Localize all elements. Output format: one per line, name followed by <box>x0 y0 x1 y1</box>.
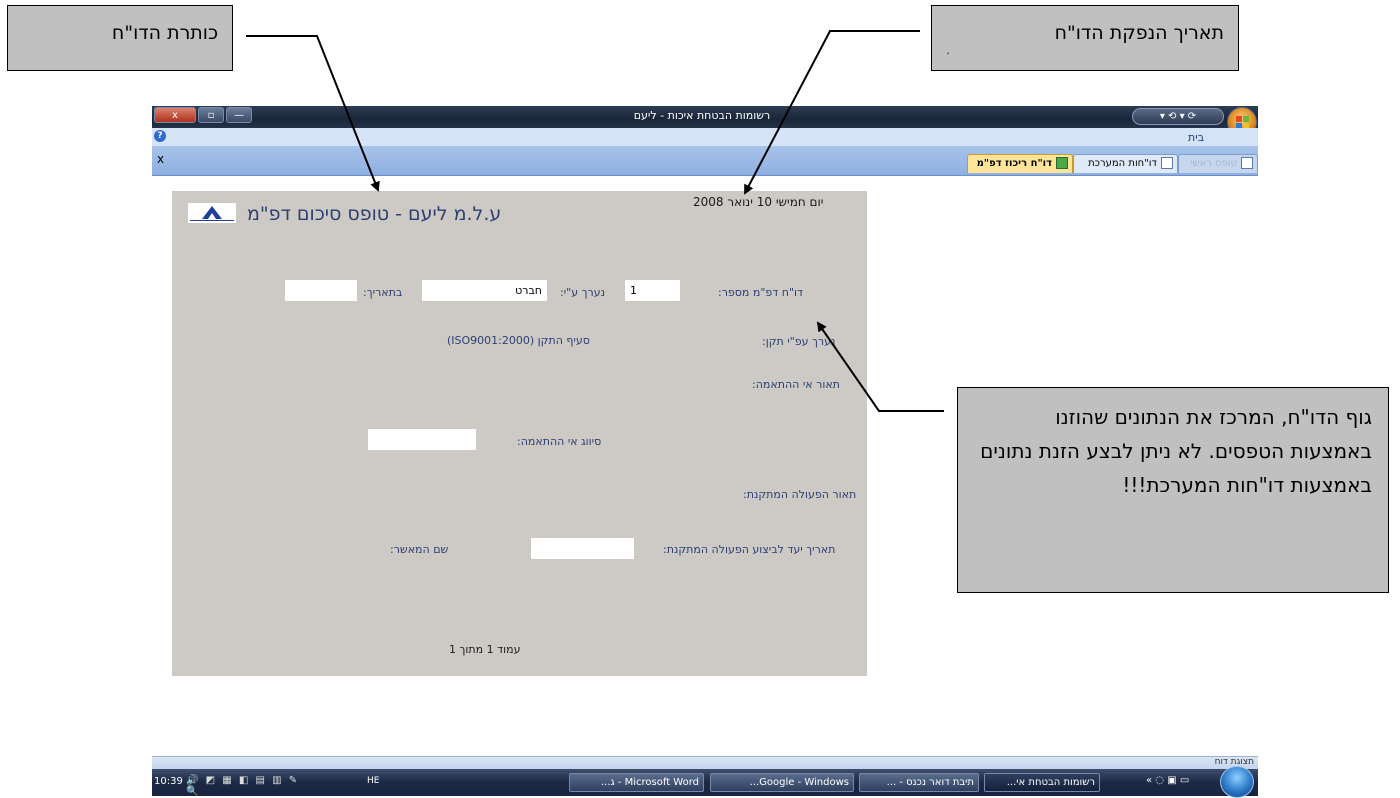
company-logo <box>188 203 236 223</box>
maximize-button[interactable]: ▫ <box>198 107 224 123</box>
corrective-action-target-date-label: תאריך יעד לביצוע הפעולה המתקנת: <box>663 543 836 556</box>
prepared-by-label: נערך ע"י: <box>560 286 606 299</box>
corrective-action-description-label: תאור הפעולה המתקנת: <box>743 488 857 501</box>
taskbar-button-google[interactable]: Google - Windows... <box>710 773 854 792</box>
tab-system-reports[interactable]: דו"חות המערכת <box>1073 154 1178 173</box>
close-document-icon[interactable]: x <box>157 152 164 166</box>
form-icon <box>1161 157 1173 169</box>
start-button[interactable] <box>1220 766 1254 798</box>
standard-label: נערך עפ"י תקן: <box>762 335 836 348</box>
form-icon <box>1241 157 1253 169</box>
standard-value: סעיף התקן (ISO9001:2000) <box>447 334 590 347</box>
tab-label: טופס ראשי <box>1190 158 1237 169</box>
tab-label: דו"חות המערכת <box>1088 158 1157 169</box>
document-tabs: x דו"ח ריכוז דפ"מ דו"חות המערכת טופס ראש… <box>152 147 1258 176</box>
nonconformance-class-field <box>368 429 476 450</box>
callout-mark: ׳ <box>946 50 951 61</box>
corrective-action-target-date-field <box>531 538 634 559</box>
nonconformance-description-label: תאור אי ההתאמה: <box>752 378 840 391</box>
title-bar: x ▫ — רשומות הבטחת איכות - ליעם ▾ ⟲ ▾ ⟳ <box>152 106 1258 137</box>
taskbar-button-mail[interactable]: תיבת דואר נכנס - ... <box>859 773 979 792</box>
report-icon <box>1056 157 1068 169</box>
access-window: x ▫ — רשומות הבטחת איכות - ליעם ▾ ⟲ ▾ ⟳ … <box>152 106 1258 176</box>
approver-label: שם המאשר: <box>390 543 449 556</box>
callout-issue-date: תאריך הנפקת הדו"ח ׳ <box>931 5 1239 71</box>
report-number-label: דו"ח דפ"מ מספר: <box>718 286 804 299</box>
tab-main-form[interactable]: טופס ראשי <box>1178 154 1258 173</box>
taskbar: 10:39 🔊 ◩ ▦ ◧ ▤ ▥ ✎ 🔍 HE Microsoft Word … <box>152 766 1258 798</box>
close-button[interactable]: x <box>154 107 196 123</box>
quick-launch-icons[interactable]: « ◌ ▣ ▭ <box>1146 775 1216 789</box>
system-tray-icons[interactable]: 🔊 ◩ ▦ ◧ ▤ ▥ ✎ 🔍 <box>186 775 306 797</box>
status-bar: תצוגת דוח <box>152 756 1258 769</box>
report-number-field: 1 <box>625 280 680 301</box>
report-title: ע.ל.מ ליעם - טופס סיכום דפ"מ <box>247 203 502 225</box>
report-page: יום חמישי 10 ינואר 2008 ע.ל.מ ליעם - טופ… <box>172 191 867 676</box>
language-indicator[interactable]: HE <box>367 776 379 786</box>
taskbar-button-access[interactable]: רשומות הבטחת אי... <box>984 773 1100 792</box>
date-field <box>285 280 357 301</box>
ribbon: ? בית <box>152 128 1258 147</box>
window-title: רשומות הבטחת איכות - ליעם <box>633 109 771 122</box>
report-date: יום חמישי 10 ינואר 2008 <box>693 195 824 209</box>
nonconformance-class-label: סיווג אי ההתאמה: <box>517 435 602 448</box>
tab-home[interactable]: בית <box>1188 131 1204 144</box>
callout-report-body: גוף הדו"ח, המרכז את הנתונים שהוזנו באמצע… <box>957 387 1389 593</box>
tab-summary-report[interactable]: דו"ח ריכוז דפ"מ <box>967 154 1073 173</box>
page-footer: עמוד 1 מתוך 1 <box>449 643 521 656</box>
callout-issue-date-text: תאריך הנפקת הדו"ח <box>1054 22 1224 44</box>
prepared-by-field: חברט <box>422 280 547 301</box>
clock[interactable]: 10:39 <box>154 776 183 787</box>
help-icon[interactable]: ? <box>154 130 166 142</box>
taskbar-button-word[interactable]: Microsoft Word - ג... <box>569 773 704 792</box>
callout-report-title: כותרת הדו"ח <box>7 5 233 71</box>
quick-access-toolbar[interactable]: ▾ ⟲ ▾ ⟳ <box>1132 108 1224 125</box>
date-label: בתאריך: <box>363 286 403 299</box>
tab-label: דו"ח ריכוז דפ"מ <box>976 158 1052 169</box>
minimize-button[interactable]: — <box>226 107 252 123</box>
